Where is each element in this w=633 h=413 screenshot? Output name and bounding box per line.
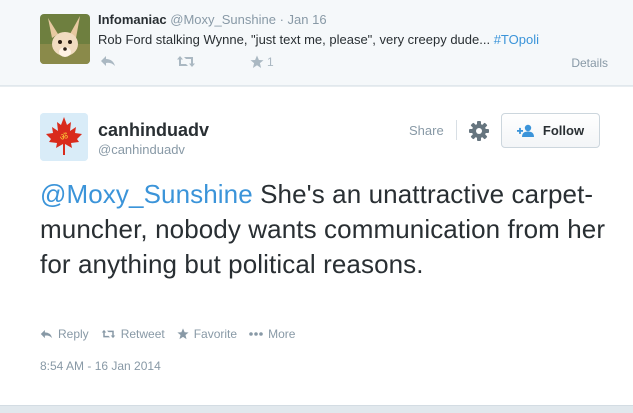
mention-link[interactable]: @Moxy_Sunshine [40, 179, 253, 209]
reply-icon [40, 329, 53, 339]
parent-author-handle[interactable]: @Moxy_Sunshine [170, 12, 276, 27]
more-button[interactable]: More [249, 327, 295, 341]
star-icon [177, 328, 189, 340]
parent-author-name[interactable]: Infomaniac [98, 12, 167, 27]
parent-tweet-body: Rob Ford stalking Wynne, "just text me, … [98, 32, 491, 47]
parent-favorite-button[interactable]: 1 [250, 55, 274, 69]
parent-tweet[interactable]: Infomaniac @Moxy_Sunshine · Jan 16 Rob F… [0, 0, 633, 86]
bottom-divider [0, 405, 633, 413]
parent-tweet-text: Rob Ford stalking Wynne, "just text me, … [98, 32, 539, 47]
details-link[interactable]: Details [571, 56, 608, 70]
main-tweet: ॐ canhinduadv @canhinduadv Share Follow … [0, 87, 633, 405]
tweet-actions: Reply Retweet Favorite More [40, 327, 307, 341]
separator-dot: · [279, 12, 284, 27]
retweet-icon [177, 56, 195, 67]
follow-label: Follow [542, 123, 585, 138]
more-dots-icon [249, 332, 263, 336]
divider [456, 120, 457, 140]
author-handle[interactable]: @canhinduadv [98, 142, 185, 157]
retweet-label: Retweet [120, 327, 165, 341]
parent-reply-button[interactable] [100, 55, 116, 67]
retweet-icon [101, 329, 115, 339]
favorite-count: 1 [267, 55, 274, 69]
reply-icon [101, 56, 115, 66]
star-icon [250, 55, 264, 68]
parent-tweet-header: Infomaniac @Moxy_Sunshine · Jan 16 [98, 12, 327, 27]
follow-button[interactable]: Follow [501, 113, 600, 148]
parent-retweet-button[interactable] [176, 55, 196, 68]
tweet-timestamp[interactable]: 8:54 AM - 16 Jan 2014 [40, 359, 161, 373]
svg-text:ॐ: ॐ [60, 132, 68, 143]
gear-icon[interactable] [468, 120, 490, 142]
share-button[interactable]: Share [409, 123, 444, 138]
parent-tweet-date[interactable]: Jan 16 [288, 12, 327, 27]
maple-leaf-avatar[interactable]: ॐ [40, 113, 88, 161]
more-label: More [268, 327, 296, 341]
retweet-button[interactable]: Retweet [101, 327, 165, 341]
favorite-button[interactable]: Favorite [177, 327, 237, 341]
fox-avatar[interactable] [40, 14, 90, 64]
reply-label: Reply [58, 327, 89, 341]
tweet-text: @Moxy_Sunshine She's an unattractive car… [40, 177, 610, 282]
hashtag-link[interactable]: #TOpoli [494, 32, 539, 47]
parent-tweet-actions: 1 Details [98, 55, 608, 71]
author-name[interactable]: canhinduadv [98, 120, 209, 141]
favorite-label: Favorite [193, 327, 238, 341]
add-user-icon [516, 124, 534, 137]
reply-button[interactable]: Reply [40, 327, 89, 341]
